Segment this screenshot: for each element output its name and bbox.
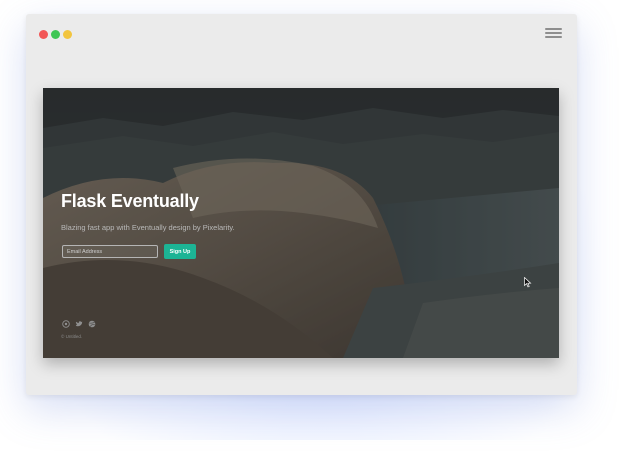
sign-up-button[interactable]: Sign Up [164,244,196,259]
window-maximize-dot[interactable] [63,30,72,39]
hero-subtitle: Blazing fast app with Eventually design … [61,223,235,232]
window-minimize-dot[interactable] [51,30,60,39]
email-input[interactable] [62,245,158,258]
hamburger-icon[interactable] [545,27,562,40]
mouse-cursor-icon [524,277,532,288]
copyright-text: © Untitled. [61,334,83,339]
hero-title: Flask Eventually [61,191,199,211]
dribbble-icon[interactable] [88,320,96,328]
github-icon[interactable] [62,320,70,328]
hero-section: Flask Eventually Blazing fast app with E… [43,88,559,358]
twitter-icon[interactable] [75,320,83,328]
window-close-dot[interactable] [39,30,48,39]
